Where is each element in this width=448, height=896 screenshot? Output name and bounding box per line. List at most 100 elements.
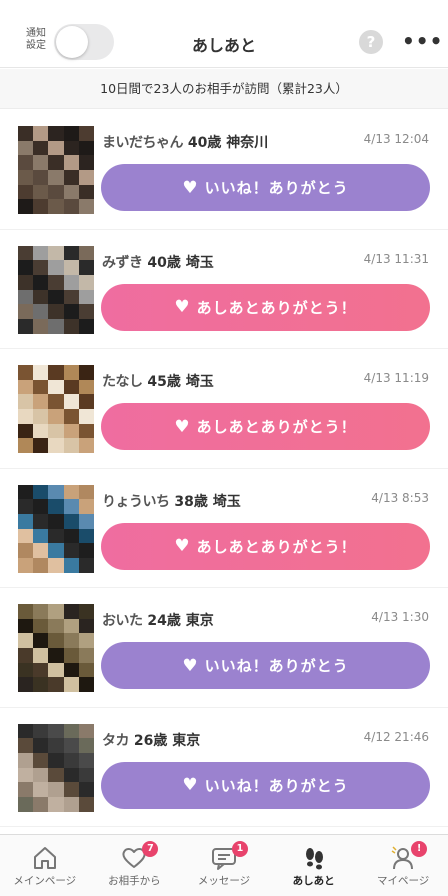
- avatar-mosaic-tile: [78, 155, 94, 172]
- visitor-profile-line[interactable]: みずき 40歳 埼玉: [102, 252, 214, 272]
- button-label: あしあとありがとう！: [196, 537, 357, 556]
- visitor-list: まいだちゃん 40歳 神奈川 4/13 12:04 ♥ いいね！ありがとう みずき 40…: [0, 110, 448, 832]
- heart-icon: ♥: [174, 416, 191, 437]
- avatar-mosaic-tile: [78, 543, 94, 560]
- home-icon: [30, 845, 60, 871]
- avatar-mosaic-tile: [78, 379, 94, 396]
- visit-summary: 10日間で23人のお相手が訪問（累計23人）: [0, 69, 448, 109]
- visitor-nickname: みずき: [102, 254, 143, 271]
- tab-person[interactable]: ! マイページ: [358, 835, 448, 896]
- avatar-mosaic-tile: [78, 557, 94, 573]
- visitor-row[interactable]: おいた 24歳 東京 4/13 1:30 ♥ いいね！ありがとう: [0, 588, 448, 708]
- visitor-area: 東京: [185, 613, 214, 629]
- avatar-mosaic-tile: [78, 184, 94, 201]
- help-icon[interactable]: ?: [359, 30, 383, 54]
- avatar-mosaic-tile: [78, 394, 94, 411]
- avatar-mosaic-tile: [78, 423, 94, 440]
- visit-timestamp: 4/13 8:53: [371, 490, 429, 505]
- avatar-mosaic-tile: [78, 738, 94, 755]
- button-label: あしあとありがとう！: [196, 298, 357, 317]
- visitor-avatar[interactable]: [18, 723, 94, 812]
- footprints-icon: [299, 845, 329, 871]
- footprint-thanks-button[interactable]: ♥ あしあとありがとう！: [101, 522, 430, 570]
- tab-label: あしあと: [292, 875, 335, 887]
- visit-timestamp: 4/13 11:31: [363, 251, 429, 266]
- avatar-mosaic-tile: [78, 365, 94, 381]
- tab-badge: 7: [142, 841, 159, 857]
- avatar-mosaic-tile: [78, 170, 94, 186]
- avatar-mosaic-tile: [78, 752, 94, 769]
- bottom-tab-bar: メインページ 7 お相手から 1 メッセージ あしあと ! マイページ: [0, 834, 448, 896]
- tab-message[interactable]: 1 メッセージ: [179, 835, 269, 896]
- visitor-profile-line[interactable]: たなし 45歳 埼玉: [102, 371, 214, 391]
- visitor-profile-line[interactable]: タカ 26歳 東京: [102, 730, 200, 750]
- like-thanks-button[interactable]: ♥ いいね！ありがとう: [101, 164, 430, 211]
- avatar-mosaic-tile: [78, 513, 94, 530]
- visitor-age: 40歳: [187, 135, 222, 151]
- visitor-area: 埼玉: [185, 374, 214, 390]
- avatar-mosaic-tile: [78, 662, 94, 679]
- visitor-nickname: りょういち: [102, 493, 170, 510]
- like-thanks-button[interactable]: ♥ いいね！ありがとう: [101, 642, 430, 689]
- visitor-avatar[interactable]: [18, 365, 94, 453]
- heart-icon: ♥: [174, 536, 191, 556]
- heart-icon: ♥: [182, 775, 199, 795]
- visitor-age: 45歳: [147, 374, 181, 390]
- avatar-mosaic-tile: [78, 677, 94, 692]
- visitor-age: 40歳: [147, 254, 181, 271]
- visitor-nickname: タカ: [102, 732, 130, 749]
- tab-badge: 1: [231, 841, 248, 857]
- footprint-thanks-button[interactable]: ♥ あしあとありがとう！: [101, 283, 430, 331]
- avatar-mosaic-tile: [78, 318, 94, 334]
- footprint-thanks-button[interactable]: ♥ あしあとありがとう！: [101, 403, 430, 450]
- avatar-mosaic-tile: [78, 633, 94, 650]
- visitor-area: 神奈川: [226, 135, 269, 151]
- visitor-nickname: おいた: [102, 613, 143, 629]
- visit-timestamp: 4/13 11:19: [363, 371, 429, 385]
- visitor-age: 38歳: [174, 493, 208, 510]
- avatar-mosaic-tile: [78, 484, 94, 501]
- visitor-area: 埼玉: [185, 254, 214, 271]
- more-options-icon[interactable]: •••: [402, 30, 442, 54]
- tab-label: メッセージ: [197, 875, 251, 887]
- avatar-mosaic-tile: [78, 140, 94, 157]
- visitor-nickname: たなし: [102, 374, 143, 390]
- heart-icon: ♥: [174, 297, 191, 317]
- tab-home[interactable]: メインページ: [0, 835, 90, 896]
- avatar-mosaic-tile: [78, 604, 94, 620]
- visitor-profile-line[interactable]: まいだちゃん 40歳 神奈川: [102, 132, 268, 152]
- avatar-mosaic-tile: [78, 796, 94, 812]
- visitor-area: 東京: [172, 732, 201, 749]
- visitor-avatar[interactable]: [18, 126, 94, 214]
- visitor-avatar[interactable]: [18, 604, 94, 692]
- heart-icon: ♥: [182, 655, 199, 676]
- button-label: いいね！ありがとう: [204, 179, 349, 197]
- visitor-avatar[interactable]: [18, 484, 94, 573]
- button-label: あしあとありがとう！: [196, 418, 357, 436]
- avatar-mosaic-tile: [78, 438, 94, 453]
- button-label: いいね！ありがとう: [204, 776, 349, 795]
- visitor-avatar[interactable]: [18, 245, 94, 334]
- visitor-row[interactable]: みずき 40歳 埼玉 4/13 11:31 ♥ あしあとありがとう！: [0, 230, 448, 349]
- tab-heart[interactable]: 7 お相手から: [90, 835, 180, 896]
- avatar-mosaic-tile: [78, 723, 94, 740]
- visitor-row[interactable]: たなし 45歳 埼玉 4/13 11:19 ♥ あしあとありがとう！: [0, 349, 448, 469]
- tab-label: メインページ: [13, 875, 77, 887]
- visitor-nickname: まいだちゃん: [102, 135, 184, 151]
- avatar-mosaic-tile: [78, 260, 94, 277]
- visitor-profile-line[interactable]: おいた 24歳 東京: [102, 610, 214, 630]
- avatar-mosaic-tile: [78, 618, 94, 635]
- visitor-age: 24歳: [147, 613, 181, 629]
- app-header: 通知設定 あしあと ? •••: [0, 0, 448, 68]
- visitor-row[interactable]: まいだちゃん 40歳 神奈川 4/13 12:04 ♥ いいね！ありがとう: [0, 110, 448, 230]
- visitor-row[interactable]: りょういち 38歳 埼玉 4/13 8:53 ♥ あしあとありがとう！: [0, 469, 448, 588]
- button-label: いいね！ありがとう: [204, 657, 349, 675]
- tab-badge: !: [411, 841, 428, 857]
- like-thanks-button[interactable]: ♥ いいね！ありがとう: [101, 761, 430, 809]
- avatar-mosaic-tile: [78, 274, 94, 291]
- visitor-age: 26歳: [133, 732, 168, 749]
- visitor-row[interactable]: タカ 26歳 東京 4/12 21:46 ♥ いいね！ありがとう: [0, 708, 448, 827]
- visitor-profile-line[interactable]: りょういち 38歳 埼玉: [102, 491, 241, 511]
- tab-footprints[interactable]: あしあと: [269, 835, 359, 896]
- avatar-mosaic-tile: [78, 409, 94, 425]
